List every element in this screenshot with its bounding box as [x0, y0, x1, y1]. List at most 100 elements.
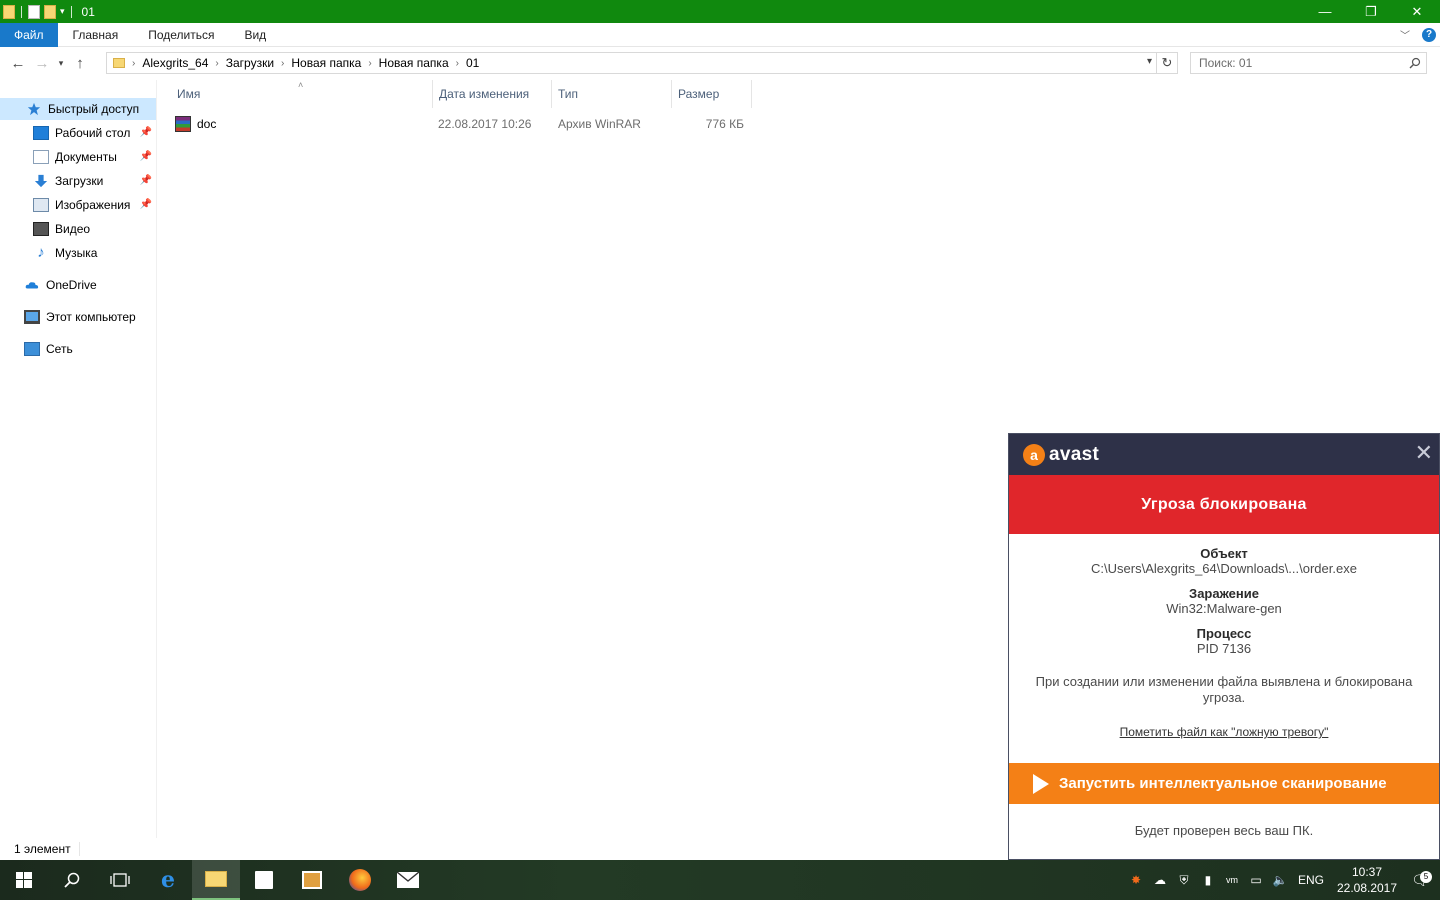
restore-button[interactable]: ❐ [1348, 0, 1394, 23]
firefox-icon[interactable] [336, 860, 384, 900]
quick-access-toolbar: ▾ [0, 4, 74, 19]
clock[interactable]: 10:37 22.08.2017 [1334, 864, 1400, 896]
infection-label: Заражение [1189, 586, 1259, 601]
play-icon [1033, 773, 1049, 794]
navigation-pane: Быстрый доступ Рабочий стол 📌 Документы … [0, 80, 157, 838]
sidebar-item-network[interactable]: Сеть [0, 338, 156, 360]
refresh-icon[interactable]: ↻ [1157, 52, 1178, 74]
close-icon[interactable]: ✕ [1415, 442, 1433, 464]
search-icon[interactable] [48, 860, 96, 900]
network-tray-icon[interactable]: ▭ [1244, 873, 1268, 887]
breadcrumb-new-folder-1[interactable]: Новая папка [291, 56, 361, 70]
breadcrumb-user[interactable]: Alexgrits_64 [142, 56, 208, 70]
smart-scan-label: Запустить интеллектуальное сканирование [1059, 775, 1387, 792]
task-view-icon[interactable] [96, 860, 144, 900]
chevron-right-icon[interactable]: › [368, 58, 371, 69]
sidebar-item-documents[interactable]: Документы 📌 [0, 146, 156, 168]
column-header-date[interactable]: Дата изменения [432, 80, 552, 108]
tab-home[interactable]: Главная [58, 23, 134, 47]
music-note-icon: ♪ [37, 244, 45, 261]
close-button[interactable]: ✕ [1394, 0, 1440, 23]
mail-icon[interactable] [384, 860, 432, 900]
tab-file[interactable]: Файл [0, 22, 58, 47]
file-explorer-icon[interactable] [192, 860, 240, 900]
column-header-type[interactable]: Тип [552, 80, 672, 108]
help-icon[interactable]: ? [1422, 27, 1436, 42]
divider [21, 5, 22, 18]
edge-browser-icon[interactable]: e [144, 860, 192, 900]
process-value: PID 7136 [1196, 641, 1252, 656]
threat-details: Объект C:\Users\Alexgrits_64\Downloads\.… [1009, 534, 1439, 739]
vmware-icon[interactable]: vm [1220, 875, 1244, 885]
column-header-name[interactable]: Имя [171, 80, 433, 108]
sidebar-item-downloads[interactable]: Загрузки 📌 [0, 170, 156, 192]
expand-ribbon-icon[interactable]: ﹀ [1400, 27, 1410, 42]
video-icon [33, 222, 49, 236]
chevron-right-icon[interactable]: › [215, 58, 218, 69]
ribbon-right-controls: ﹀ ? [1400, 27, 1436, 42]
action-center-icon[interactable]: 🗨 5 [1400, 870, 1440, 889]
object-value: C:\Users\Alexgrits_64\Downloads\...\orde… [1091, 561, 1357, 576]
cloud-icon [25, 282, 39, 289]
false-alarm-link[interactable]: Пометить файл как "ложную тревогу" [1120, 725, 1329, 739]
sidebar-item-label: Загрузки [55, 174, 104, 188]
chevron-right-icon[interactable]: › [456, 58, 459, 69]
address-dropdown-icon[interactable]: ▾ [1147, 56, 1152, 67]
sidebar-item-quick-access[interactable]: Быстрый доступ [0, 98, 156, 120]
process-label: Процесс [1196, 626, 1252, 641]
media-player-icon[interactable] [288, 860, 336, 900]
breadcrumb-current[interactable]: 01 [466, 56, 479, 70]
file-size: 776 КБ [705, 117, 744, 131]
tab-share[interactable]: Поделиться [133, 23, 229, 47]
chevron-right-icon[interactable]: › [281, 58, 284, 69]
customize-toolbar-icon[interactable]: ▾ [60, 6, 65, 17]
back-arrow-icon[interactable]: ← [6, 52, 30, 76]
properties-icon[interactable] [28, 4, 40, 19]
divider [70, 5, 72, 18]
clock-time: 10:37 [1351, 865, 1383, 879]
store-icon[interactable] [240, 860, 288, 900]
forward-arrow-icon[interactable]: → [30, 52, 54, 76]
sidebar-item-label: Музыка [55, 246, 98, 260]
start-windows-icon[interactable] [0, 860, 48, 900]
clock-date: 22.08.2017 [1336, 881, 1398, 895]
network-icon [24, 342, 40, 356]
breadcrumb-downloads[interactable]: Загрузки [226, 56, 274, 70]
notification-count: 5 [1420, 870, 1432, 883]
column-header-size[interactable]: Размер [672, 80, 752, 108]
window-title: 01 [81, 4, 95, 19]
pin-icon[interactable]: 📌 [140, 199, 152, 210]
pin-icon[interactable]: 📌 [140, 127, 152, 138]
avast-tray-icon[interactable]: ✸ [1124, 873, 1148, 887]
infection-value: Win32:Malware-gen [1166, 601, 1282, 616]
address-bar[interactable]: › Alexgrits_64 › Загрузки › Новая папка … [106, 52, 1157, 74]
chevron-right-icon[interactable]: › [132, 58, 135, 69]
usb-device-icon[interactable]: ▮ [1196, 873, 1220, 887]
pin-icon[interactable]: 📌 [140, 175, 152, 186]
onedrive-tray-icon[interactable]: ☁ [1148, 873, 1172, 887]
recent-locations-icon[interactable]: ▾ [54, 52, 68, 76]
volume-icon[interactable]: 🔈 [1268, 873, 1292, 887]
taskbar: e ✸ ☁ ⛨ ▮ vm ▭ 🔈 ENG 10:37 22.08.2017 🗨 … [0, 860, 1440, 900]
title-bar: ▾ 01 — ❐ ✕ [0, 0, 1440, 23]
file-type: Архив WinRAR [558, 117, 641, 131]
breadcrumb-new-folder-2[interactable]: Новая папка [379, 56, 449, 70]
sidebar-item-pictures[interactable]: Изображения 📌 [0, 194, 156, 216]
pictures-icon [33, 198, 49, 212]
search-input[interactable]: Поиск: 01 [1190, 52, 1427, 74]
ribbon-tabs: Файл Главная Поделиться Вид ﹀ ? [0, 22, 1440, 47]
sidebar-item-onedrive[interactable]: OneDrive [0, 274, 156, 296]
new-folder-icon[interactable] [44, 4, 56, 19]
smart-scan-button[interactable]: Запустить интеллектуальное сканирование [1009, 763, 1439, 804]
up-arrow-icon[interactable]: ↑ [68, 52, 92, 76]
defender-shield-icon[interactable]: ⛨ [1172, 873, 1196, 888]
avast-logo-icon: a [1023, 443, 1045, 466]
pin-icon[interactable]: 📌 [140, 151, 152, 162]
sidebar-item-this-pc[interactable]: Этот компьютер [0, 306, 156, 328]
sidebar-item-desktop[interactable]: Рабочий стол 📌 [0, 122, 156, 144]
input-language[interactable]: ENG [1298, 873, 1324, 887]
sidebar-item-music[interactable]: ♪ Музыка [0, 242, 156, 264]
tab-view[interactable]: Вид [229, 23, 281, 47]
sidebar-item-videos[interactable]: Видео [0, 218, 156, 240]
minimize-button[interactable]: — [1302, 0, 1348, 23]
